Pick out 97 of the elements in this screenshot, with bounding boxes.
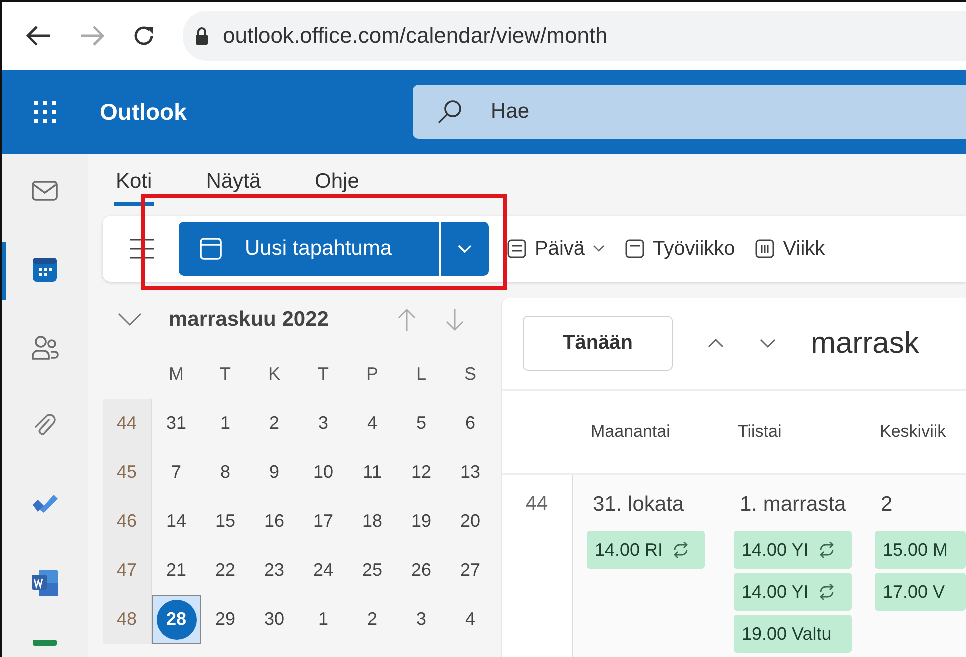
url-text: outlook.office.com/calendar/view/month — [223, 23, 608, 49]
event-chip[interactable]: 14.00 YI — [734, 531, 852, 569]
selection-indicator — [2, 242, 6, 300]
weekday-label: T — [317, 363, 330, 386]
chevron-down-icon — [593, 245, 606, 253]
reload-icon[interactable] — [132, 24, 156, 48]
weekday-label: L — [415, 363, 428, 386]
chevron-down-icon[interactable] — [117, 312, 143, 328]
date-cell[interactable]: 3 — [397, 595, 446, 644]
date-cell[interactable]: 4 — [348, 399, 397, 448]
date-cell[interactable]: 13 — [446, 448, 495, 497]
event-chip[interactable]: 15.00 M — [875, 531, 966, 569]
event-chip[interactable]: 19.00 Valtu — [734, 615, 852, 653]
week-number: 44 — [103, 399, 152, 448]
month-title: marrask — [811, 326, 920, 361]
week-number: 46 — [103, 497, 152, 546]
chevron-up-icon[interactable] — [707, 338, 725, 350]
date-label: 2 — [881, 493, 894, 517]
calendar-view-icon — [507, 239, 527, 259]
view-button[interactable]: Päivä — [505, 238, 608, 260]
spreadsheet-icon — [31, 638, 59, 646]
search-input[interactable]: Hae — [491, 100, 691, 124]
date-cell[interactable]: 25 — [348, 546, 397, 595]
word-document-icon[interactable] — [31, 568, 59, 598]
date-cell[interactable]: 20 — [446, 497, 495, 546]
weekday-label: M — [168, 363, 185, 386]
dropdown-button[interactable] — [439, 222, 489, 276]
date-label: 31. lokata — [593, 493, 686, 517]
calendar-view-icon — [625, 239, 646, 259]
date-cell[interactable]: 5 — [397, 399, 446, 448]
search-icon — [437, 99, 463, 125]
day-cell[interactable]: 1. marrasta 14.00 YI 14.00 YI 19.00 Valtu — [720, 475, 867, 657]
date-cell[interactable]: 6 — [446, 399, 495, 448]
date-cell[interactable]: 2 — [348, 595, 397, 644]
date-cell[interactable]: 31 — [152, 399, 201, 448]
date-cell[interactable]: 15 — [201, 497, 250, 546]
week-number: 44 — [526, 493, 548, 515]
week-number: 45 — [103, 448, 152, 497]
day-cell[interactable]: 2 15.00 M 17.00 V — [867, 475, 966, 657]
today-button[interactable]: Tänään — [523, 316, 673, 372]
date-cell[interactable]: 8 — [201, 448, 250, 497]
weekday-label: K — [267, 363, 282, 386]
lock-icon — [195, 27, 209, 45]
date-cell[interactable]: 27 — [446, 546, 495, 595]
date-cell[interactable]: 10 — [299, 448, 348, 497]
date-label: 1. marrasta — [740, 493, 848, 517]
address-bar[interactable]: outlook.office.com/calendar/view/month — [183, 11, 966, 61]
date-cell[interactable]: 29 — [201, 595, 250, 644]
date-cell[interactable]: 18 — [348, 497, 397, 546]
app-name: Outlook — [100, 98, 188, 126]
menu-icon[interactable] — [129, 238, 155, 260]
month-title: marraskuu 2022 — [169, 308, 330, 332]
event-chip[interactable]: 14.00 YI — [734, 573, 852, 611]
day-header: Maanantai — [590, 422, 672, 442]
ribbon-tab[interactable]: Ohje — [313, 170, 362, 206]
ribbon-tab[interactable]: Näytä — [204, 170, 264, 206]
date-cell[interactable]: 22 — [201, 546, 250, 595]
date-cell[interactable]: 24 — [299, 546, 348, 595]
date-cell[interactable]: 4 — [446, 595, 495, 644]
date-cell[interactable]: 9 — [250, 448, 299, 497]
date-cell[interactable]: 16 — [250, 497, 299, 546]
event-chip[interactable]: 17.00 V — [875, 573, 966, 611]
ribbon-tab[interactable]: Koti — [114, 170, 154, 206]
search-field[interactable]: Hae — [413, 85, 966, 139]
app-launcher-icon[interactable] — [34, 101, 56, 123]
date-cell[interactable]: 14 — [152, 497, 201, 546]
week-number: 48 — [103, 595, 152, 644]
date-cell[interactable]: 23 — [250, 546, 299, 595]
date-cell[interactable]: 17 — [299, 497, 348, 546]
view-button[interactable]: Viikk — [753, 238, 828, 260]
day-header: Tiistai — [737, 422, 783, 442]
chevron-down-icon[interactable] — [759, 338, 777, 350]
day-cell[interactable]: 31. lokata 14.00 RI — [573, 475, 720, 657]
date-cell[interactable]: 1 — [299, 595, 348, 644]
selected-date[interactable]: 28 — [152, 595, 201, 644]
date-cell[interactable]: 12 — [397, 448, 446, 497]
date-cell[interactable]: 7 — [152, 448, 201, 497]
date-cell[interactable]: 1 — [201, 399, 250, 448]
weekday-label: T — [219, 363, 232, 386]
weekday-label: S — [463, 363, 478, 386]
view-button[interactable]: Työviikko — [623, 238, 738, 260]
week-number: 47 — [103, 546, 152, 595]
date-cell[interactable]: 11 — [348, 448, 397, 497]
date-cell[interactable]: 30 — [250, 595, 299, 644]
weekday-label: P — [365, 363, 380, 386]
date-cell[interactable]: 21 — [152, 546, 201, 595]
event-chip[interactable]: 14.00 RI — [587, 531, 705, 569]
date-cell[interactable]: 19 — [397, 497, 446, 546]
date-cell[interactable]: 2 — [250, 399, 299, 448]
week-view-icon — [755, 239, 776, 259]
back-icon[interactable] — [26, 25, 52, 47]
day-header: Keskiviik — [879, 422, 946, 442]
new-event-button[interactable]: Uusi tapahtuma — [179, 222, 439, 276]
chevron-down-icon — [457, 244, 473, 254]
date-cell[interactable]: 26 — [397, 546, 446, 595]
date-cell[interactable]: 3 — [299, 399, 348, 448]
calendar-icon — [199, 237, 223, 261]
